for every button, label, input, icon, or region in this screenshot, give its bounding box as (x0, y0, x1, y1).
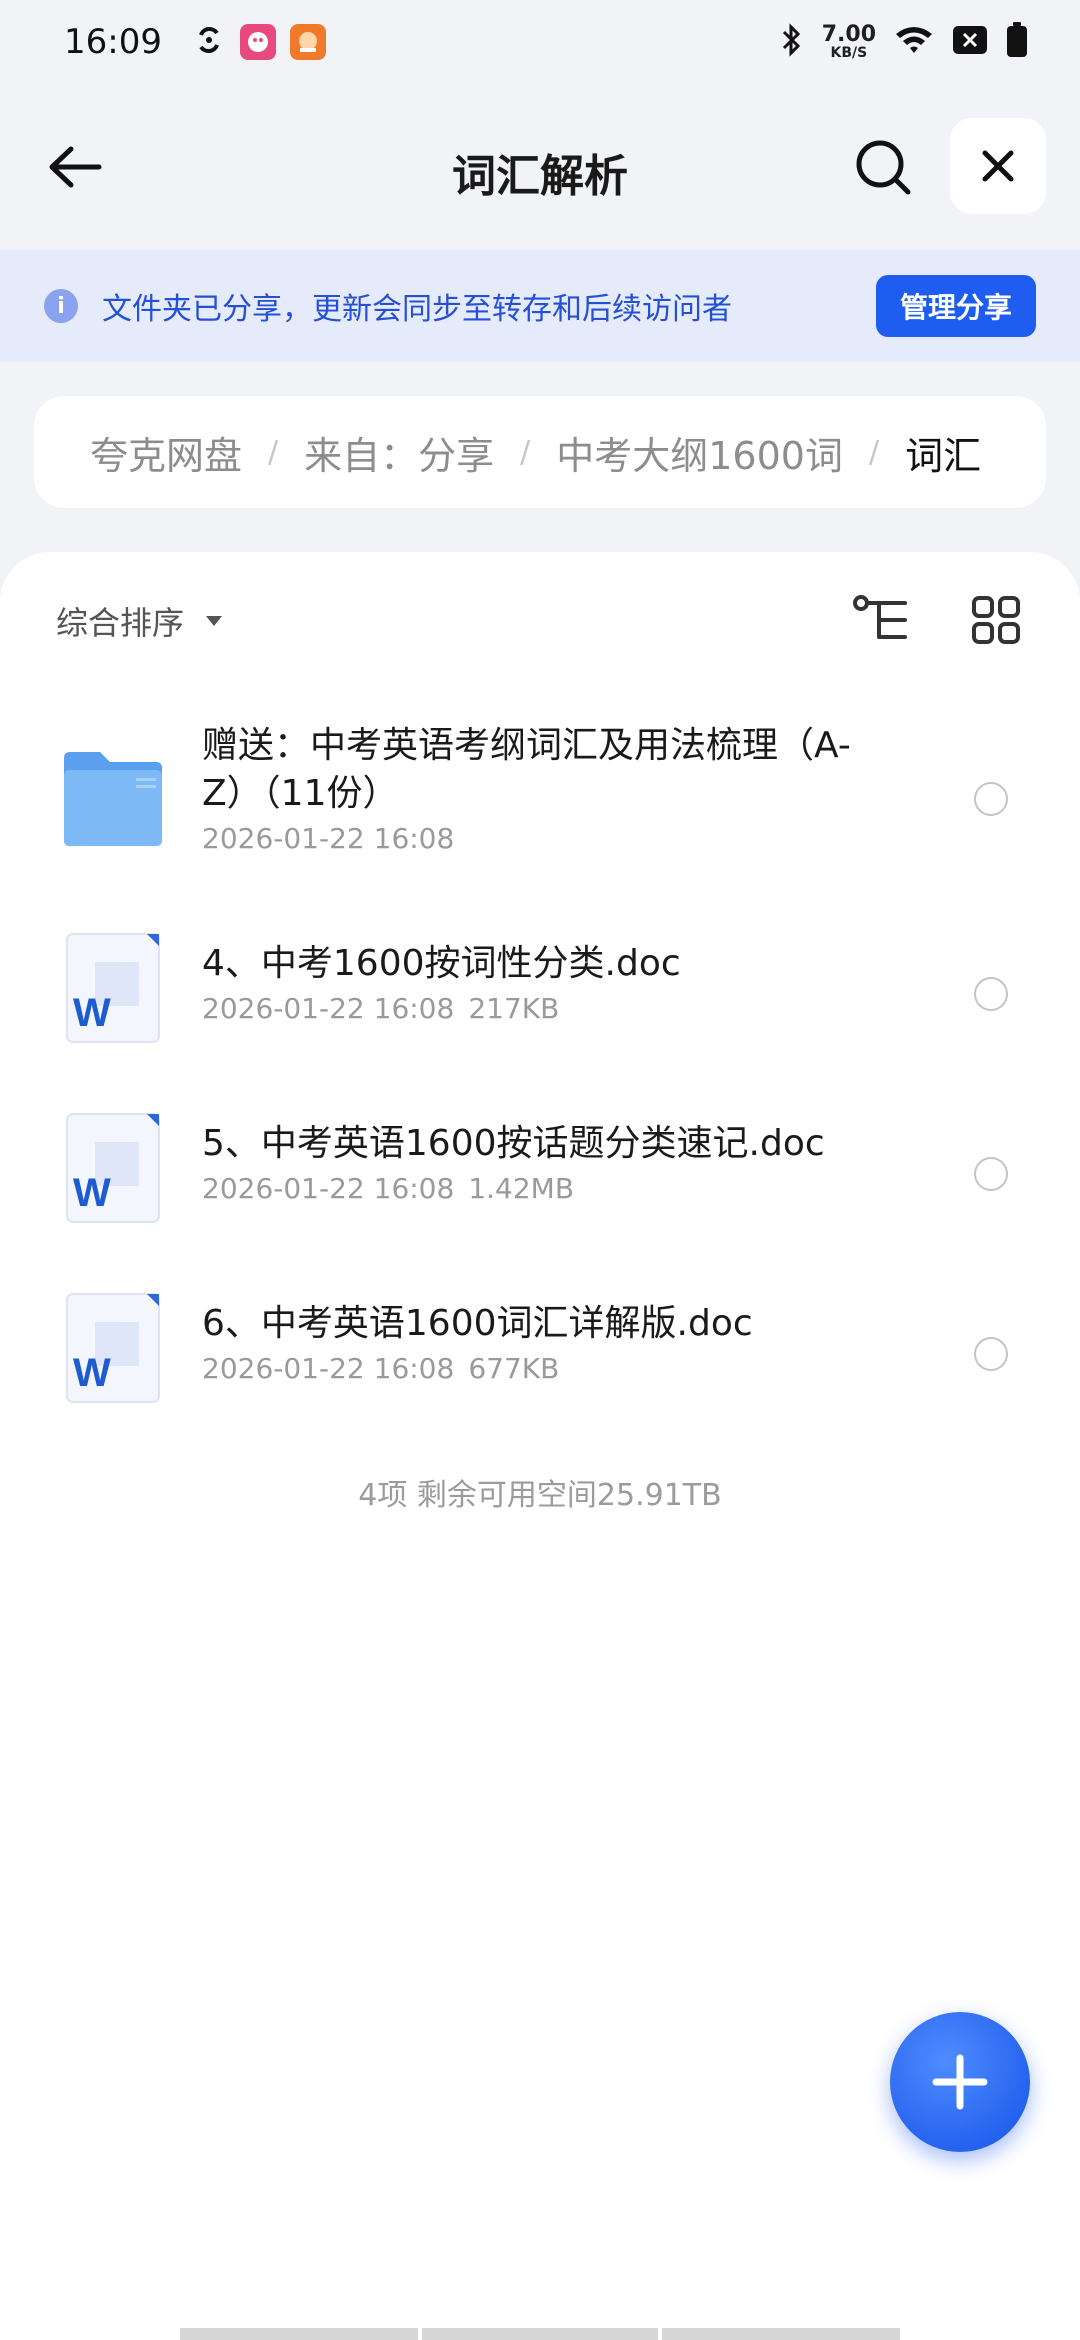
file-date: 2026-01-22 16:08 (202, 1172, 455, 1205)
tree-structure-icon (853, 595, 907, 639)
file-row-doc[interactable]: W 4、中考1600按词性分类.doc 2026-01-22 16:08 217K… (0, 898, 1080, 1078)
breadcrumb-separator: / (520, 434, 531, 470)
select-radio[interactable] (974, 1157, 1008, 1191)
caret-down-icon (206, 616, 223, 626)
search-icon (856, 140, 911, 195)
file-name: 5、中考英语1600按话题分类速记.doc (202, 1123, 825, 1164)
svg-text:W: W (73, 1351, 111, 1395)
close-icon (982, 150, 1014, 182)
file-meta: 2026-01-22 16:08 217KB (202, 992, 882, 1025)
add-button[interactable] (890, 2012, 1030, 2152)
file-row-doc[interactable]: W 6、中考英语1600词汇详解版.doc 2026-01-22 16:08 67… (0, 1258, 1080, 1438)
share-banner: i 文件夹已分享，更新会同步至转存和后续访问者 管理分享 (0, 250, 1080, 362)
word-doc-icon: W (66, 933, 160, 1043)
file-date: 2026-01-22 16:08 (202, 822, 455, 855)
file-list-panel: 综合排序 赠送：中考英语考纲词汇及用法梳理（A- Z）（11份） 2026-01… (0, 552, 1080, 2340)
file-meta: 2026-01-22 16:08 677KB (202, 1352, 882, 1385)
banner-text: 文件夹已分享，更新会同步至转存和后续访问者 (102, 292, 732, 327)
page-title: 词汇解析 (452, 151, 628, 202)
file-row-folder[interactable]: 赠送：中考英语考纲词汇及用法梳理（A- Z）（11份） 2026-01-22 1… (0, 702, 1080, 898)
search-button[interactable] (848, 132, 918, 202)
file-date: 2026-01-22 16:08 (202, 1352, 455, 1385)
breadcrumb-item-root[interactable]: 夸克网盘 (90, 425, 242, 480)
file-size: 677KB (468, 1352, 560, 1385)
file-meta: 2026-01-22 16:08 1.42MB (202, 1172, 882, 1205)
word-doc-icon: W (66, 1293, 160, 1403)
app-badge-pink (239, 24, 276, 60)
grid-icon (972, 596, 1020, 644)
file-size: 1.42MB (468, 1172, 575, 1205)
status-bar: 16:09 7.00 KB/S (0, 0, 1080, 84)
battery-icon (1006, 22, 1028, 62)
file-name-continued: Z）（11份） (202, 773, 399, 814)
top-nav: 词汇解析 (0, 110, 1080, 220)
network-speed: 7.00 KB/S (821, 22, 876, 61)
status-app-icons (192, 23, 326, 61)
file-info: 赠送：中考英语考纲词汇及用法梳理（A- Z）（11份） 2026-01-22 1… (202, 722, 882, 855)
sync-icon (192, 23, 226, 61)
file-date: 2026-01-22 16:08 (202, 992, 455, 1025)
info-icon: i (44, 289, 78, 323)
file-list: 赠送：中考英语考纲词汇及用法梳理（A- Z）（11份） 2026-01-22 1… (0, 702, 1080, 1438)
breadcrumb-item-parent[interactable]: 中考大纲1600词 (556, 425, 843, 480)
file-info: 6、中考英语1600词汇详解版.doc 2026-01-22 16:08 677K… (202, 1300, 882, 1385)
svg-text:W: W (73, 1171, 111, 1215)
file-name: 6、中考英语1600词汇详解版.doc (202, 1303, 753, 1344)
close-button[interactable] (950, 118, 1046, 214)
net-speed-value: 7.00 (821, 22, 876, 47)
tree-view-button[interactable] (850, 588, 914, 652)
nav-handle-segment (662, 2328, 900, 2340)
file-row-doc[interactable]: W 5、中考英语1600按话题分类速记.doc 2026-01-22 16:08… (0, 1078, 1080, 1258)
svg-text:W: W (73, 991, 111, 1035)
select-radio[interactable] (974, 1337, 1008, 1371)
status-time: 16:09 (64, 22, 162, 62)
manage-share-button[interactable]: 管理分享 (875, 275, 1036, 337)
close-box-icon (952, 25, 988, 59)
app-badge-orange (289, 24, 326, 60)
select-radio[interactable] (974, 977, 1008, 1011)
file-name: 4、中考1600按词性分类.doc (202, 943, 681, 984)
net-speed-unit: KB/S (830, 45, 868, 61)
breadcrumb: 夸克网盘 / 来自：分享 / 中考大纲1600词 / 词汇 (34, 396, 1046, 508)
file-meta: 2026-01-22 16:08 (202, 822, 882, 855)
plus-icon (932, 2054, 988, 2110)
bluetooth-icon (778, 22, 804, 62)
breadcrumb-item-current: 词汇 (905, 433, 982, 478)
sort-label: 综合排序 (56, 604, 185, 642)
file-info: 5、中考英语1600按话题分类速记.doc 2026-01-22 16:08 1.… (202, 1120, 882, 1205)
file-size: 217KB (468, 992, 560, 1025)
word-doc-icon: W (66, 1113, 160, 1223)
status-indicators: 7.00 KB/S (778, 22, 1028, 62)
nav-handle-segment (422, 2328, 658, 2340)
file-name: 赠送：中考英语考纲词汇及用法梳理（A- (202, 725, 851, 766)
nav-handle-segment (180, 2328, 418, 2340)
storage-summary: 4项 剩余可用空间25.91TB (358, 1478, 722, 1513)
sort-dropdown[interactable]: 综合排序 (56, 598, 224, 644)
wifi-icon (894, 24, 934, 60)
select-radio[interactable] (974, 782, 1008, 816)
file-info: 4、中考1600按词性分类.doc 2026-01-22 16:08 217KB (202, 940, 882, 1025)
grid-view-button[interactable] (964, 588, 1028, 652)
breadcrumb-item-shared[interactable]: 来自：分享 (304, 425, 494, 480)
breadcrumb-separator: / (268, 434, 279, 470)
breadcrumb-separator: / (868, 434, 880, 470)
folder-icon (64, 752, 162, 846)
